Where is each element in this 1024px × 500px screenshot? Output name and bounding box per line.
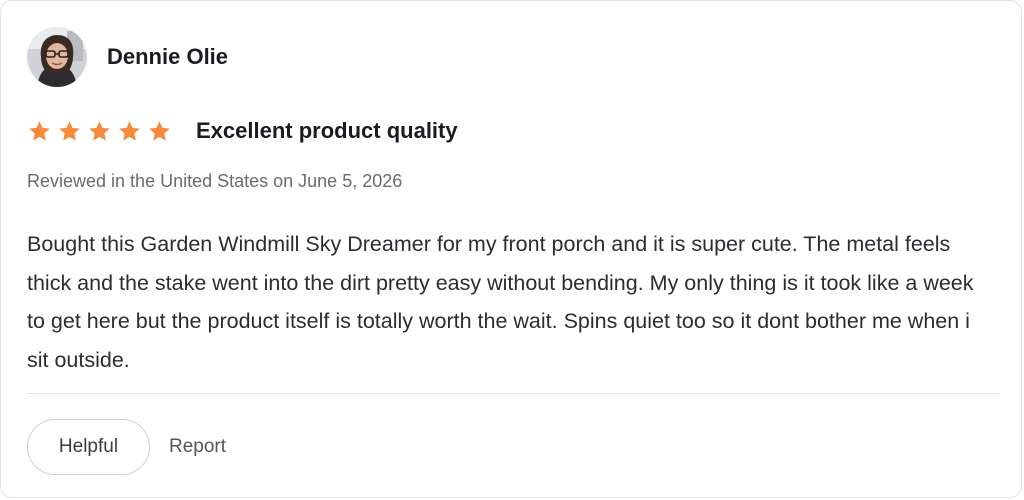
review-actions: Helpful Report bbox=[27, 419, 226, 475]
reviewer-header: Dennie Olie bbox=[27, 27, 228, 87]
avatar bbox=[27, 27, 87, 87]
review-title: Excellent product quality bbox=[196, 118, 458, 143]
reviewer-name: Dennie Olie bbox=[107, 44, 229, 69]
review-card: Dennie Olie Excellent product quality Re… bbox=[0, 0, 1022, 498]
star-icon bbox=[59, 120, 80, 140]
star-icon bbox=[149, 120, 170, 140]
rating-row: Excellent product quality bbox=[27, 115, 458, 147]
review-body: Bought this Garden Windmill Sky Dreamer … bbox=[27, 232, 974, 372]
star-icon bbox=[89, 120, 110, 140]
divider bbox=[27, 393, 999, 394]
star-icon bbox=[29, 120, 50, 140]
review-date: Reviewed in the United States on June 5,… bbox=[27, 171, 403, 191]
star-rating bbox=[27, 119, 172, 144]
report-link[interactable]: Report bbox=[169, 436, 226, 458]
star-icon bbox=[119, 120, 140, 140]
helpful-button[interactable]: Helpful bbox=[27, 419, 150, 475]
